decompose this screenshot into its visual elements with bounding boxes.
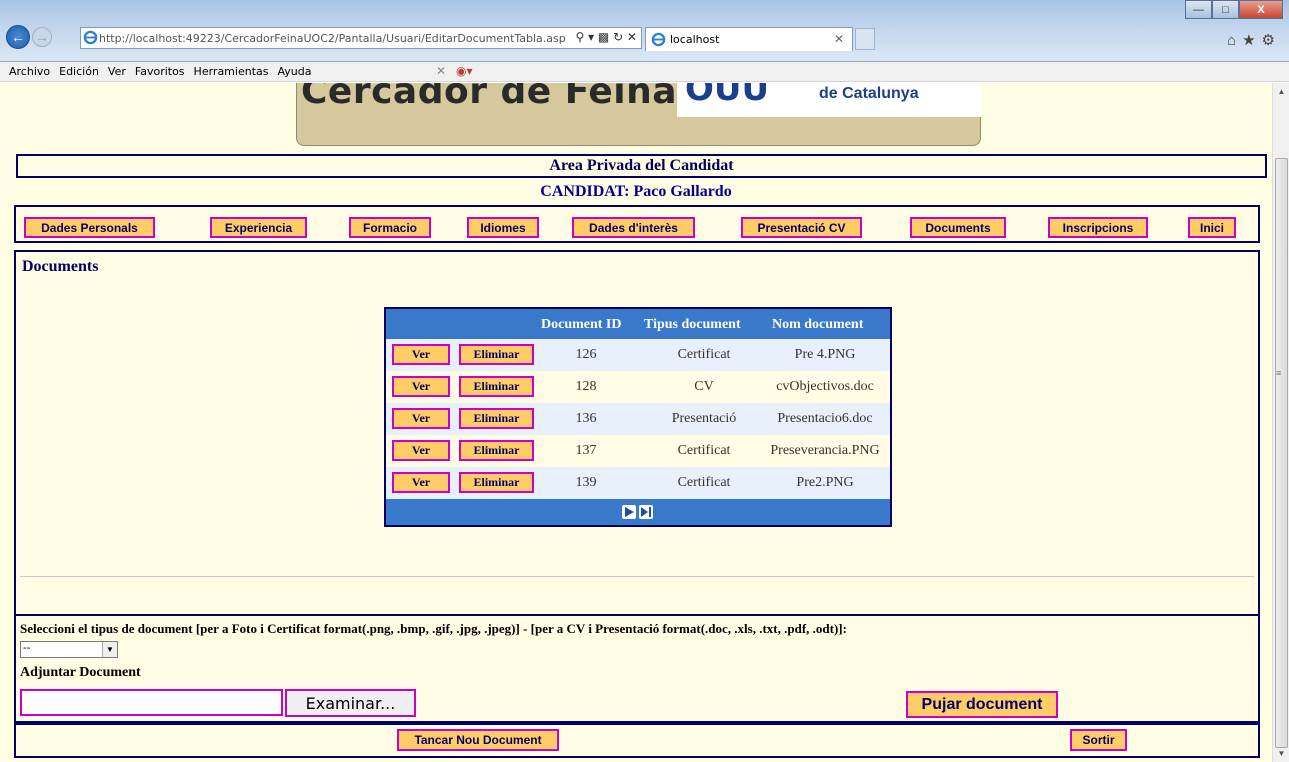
select-value: --: [23, 642, 31, 654]
ver-button[interactable]: Ver: [392, 376, 450, 397]
banner-logo-area: OUU de Catalunya: [677, 83, 981, 117]
tab-close-icon[interactable]: ✕: [834, 32, 844, 46]
menu-herramientas[interactable]: Herramientas: [194, 65, 269, 78]
cell-nom: Preseverancia.PNG: [770, 443, 880, 458]
col-document-id[interactable]: Document ID: [541, 317, 622, 333]
minimize-button[interactable]: —: [1185, 0, 1212, 19]
menu-archivo[interactable]: Archivo: [9, 65, 50, 78]
table-row: Ver Eliminar 139 Certificat Pre2.PNG: [386, 467, 890, 499]
ie-tab-icon: [651, 32, 666, 47]
cell-nom: Presentacio6.doc: [777, 411, 873, 426]
scroll-grip-icon: ≡: [1276, 368, 1282, 378]
file-path-input[interactable]: [20, 689, 283, 716]
nav-dades-personals[interactable]: Dades Personals: [24, 217, 155, 238]
nav-dades-interes[interactable]: Dades d'interès: [572, 217, 695, 238]
cell-nom: cvObjectivos.doc: [776, 379, 874, 394]
page-viewport: Cercador de Feina OUU de Catalunya Area …: [0, 83, 1272, 762]
chevron-down-icon[interactable]: ▼: [102, 642, 117, 657]
ver-button[interactable]: Ver: [392, 408, 450, 429]
close-new-document-button[interactable]: Tancar Nou Document: [397, 729, 559, 751]
table-header: Document ID Tipus document Nom document: [386, 309, 890, 339]
address-text: http://localhost:49223/CercadorFeinaUOC2…: [99, 31, 566, 45]
window-controls: — □ X: [1185, 0, 1283, 19]
table-row: Ver Eliminar 136 Presentació Presentacio…: [386, 403, 890, 435]
uoc-logo: OUU: [685, 83, 770, 109]
banner-subtitle: de Catalunya: [819, 85, 919, 102]
nav-inscripcions[interactable]: Inscripcions: [1048, 217, 1148, 238]
close-bar-icon[interactable]: ✕: [436, 64, 446, 78]
eliminar-button[interactable]: Eliminar: [459, 472, 534, 493]
menu-favoritos[interactable]: Favoritos: [135, 65, 185, 78]
table-row: Ver Eliminar 137 Certificat Preseveranci…: [386, 435, 890, 467]
divider: [20, 576, 1254, 577]
candidate-name: CANDIDAT: Paco Gallardo: [540, 183, 732, 200]
scroll-up-icon[interactable]: ▲: [1273, 83, 1289, 100]
close-window-button[interactable]: X: [1239, 0, 1283, 19]
table-pager: [386, 499, 890, 525]
nav-formacio[interactable]: Formacio: [349, 217, 431, 238]
cell-tipus: Presentació: [671, 411, 737, 426]
browse-button[interactable]: Examinar...: [285, 689, 416, 717]
main-navigation: Dades Personals Experiencia Formacio Idi…: [14, 205, 1260, 243]
back-button[interactable]: ←: [6, 25, 30, 49]
documents-heading: Documents: [22, 258, 99, 275]
cell-document-id: 126: [575, 347, 597, 362]
browser-titlebar: ← → http://localhost:49223/CercadorFeina…: [0, 0, 1289, 62]
col-tipus-document[interactable]: Tipus document: [644, 317, 741, 333]
forward-button[interactable]: →: [32, 27, 52, 47]
cell-document-id: 137: [575, 443, 597, 458]
browser-tab[interactable]: localhost ✕: [645, 27, 853, 51]
nav-experiencia[interactable]: Experiencia: [210, 217, 307, 238]
cell-tipus: Certificat: [677, 347, 731, 362]
tab-title: localhost: [670, 33, 720, 46]
new-tab-button[interactable]: [855, 28, 875, 50]
nav-inici[interactable]: Inici: [1188, 217, 1236, 238]
eliminar-button[interactable]: Eliminar: [459, 344, 534, 365]
ver-button[interactable]: Ver: [392, 472, 450, 493]
exit-button[interactable]: Sortir: [1070, 729, 1127, 751]
cell-document-id: 128: [575, 379, 597, 394]
table-row: Ver Eliminar 128 CV cvObjectivos.doc: [386, 371, 890, 403]
upload-document-button[interactable]: Pujar document: [906, 691, 1058, 718]
nav-idiomes[interactable]: Idiomes: [467, 217, 539, 238]
ver-button[interactable]: Ver: [392, 344, 450, 365]
scroll-thumb[interactable]: [1275, 158, 1288, 748]
scroll-down-icon[interactable]: ▼: [1273, 745, 1289, 762]
banner-title: Cercador de Feina: [301, 83, 678, 112]
vertical-scrollbar[interactable]: ▲ ≡ ▼: [1272, 83, 1289, 762]
maximize-button[interactable]: □: [1212, 0, 1239, 19]
cell-document-id: 136: [575, 411, 597, 426]
menu-ayuda[interactable]: Ayuda: [277, 65, 311, 78]
cell-nom: Pre2.PNG: [796, 475, 854, 490]
menu-bar: Archivo Edición Ver Favoritos Herramient…: [0, 62, 1289, 82]
cell-nom: Pre 4.PNG: [794, 347, 856, 362]
address-bar[interactable]: http://localhost:49223/CercadorFeinaUOC2…: [80, 27, 642, 49]
table-row: Ver Eliminar 126 Certificat Pre 4.PNG: [386, 339, 890, 371]
cell-tipus: Certificat: [677, 443, 731, 458]
document-type-select[interactable]: -- ▼: [20, 641, 118, 658]
col-nom-document[interactable]: Nom document: [772, 317, 863, 333]
eliminar-button[interactable]: Eliminar: [459, 408, 534, 429]
next-page-icon[interactable]: [622, 505, 636, 519]
cell-tipus: Certificat: [677, 475, 731, 490]
home-favorites-settings-icons[interactable]: ⌂★⚙: [1227, 31, 1281, 49]
toolbar-addon-icon[interactable]: ◉▾: [456, 64, 473, 78]
address-controls-icon[interactable]: ⚲ ▾ ▩ ↻ ✕: [573, 30, 637, 44]
attach-document-label: Adjuntar Document: [20, 665, 141, 680]
site-banner: Cercador de Feina OUU de Catalunya: [296, 83, 981, 146]
eliminar-button[interactable]: Eliminar: [459, 376, 534, 397]
menu-ver[interactable]: Ver: [108, 65, 126, 78]
cell-tipus: CV: [694, 379, 714, 394]
menu-edicion[interactable]: Edición: [59, 65, 99, 78]
ver-button[interactable]: Ver: [392, 440, 450, 461]
ie-page-icon: [83, 30, 98, 45]
last-page-icon[interactable]: [639, 505, 653, 519]
documents-table: Document ID Tipus document Nom document …: [384, 307, 892, 527]
eliminar-button[interactable]: Eliminar: [459, 440, 534, 461]
nav-presentacio-cv[interactable]: Presentació CV: [741, 217, 862, 238]
cell-document-id: 139: [575, 475, 597, 490]
document-type-label: Seleccioni el tipus de document [per a F…: [20, 621, 847, 636]
area-title: Area Privada del Candidat: [16, 154, 1267, 178]
nav-documents[interactable]: Documents: [910, 217, 1006, 238]
